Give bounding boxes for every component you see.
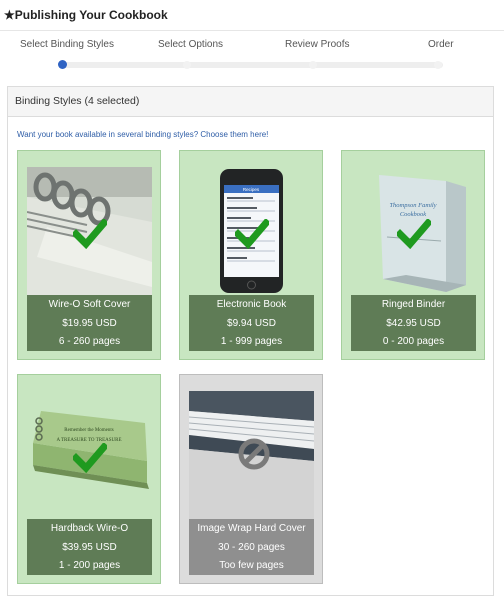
check-icon (73, 219, 107, 249)
binder-cover-title-line: Thompson Family (389, 202, 436, 209)
binding-pages: 1 - 999 pages (220, 336, 283, 347)
page-title: ★Publishing Your Cookbook (4, 8, 168, 22)
step-dot (309, 61, 317, 69)
binder-cover-title-line: Cookbook (400, 211, 426, 218)
binding-card-electronic-book[interactable]: Recipes Electronic Book $9.94 USD 1 - 99… (179, 150, 323, 360)
binding-pages: 0 - 200 pages (382, 336, 445, 347)
binding-card-info: Image Wrap Hard Cover 30 - 260 pages Too… (189, 519, 314, 575)
binding-name: Ringed Binder (381, 299, 446, 310)
hardback-cover-line: Remember the Moments (64, 428, 113, 433)
binding-card-image-wrap-hard-cover[interactable]: Image Wrap Hard Cover 30 - 260 pages Too… (179, 374, 323, 584)
step-review-proofs[interactable]: Review Proofs (285, 39, 349, 50)
panel-header: Binding Styles (4 selected) (8, 87, 493, 117)
ringed-binder-image: Thompson Family Cookbook (351, 167, 476, 295)
check-icon (397, 219, 431, 249)
panel-title: Binding Styles (4 selected) (15, 95, 140, 107)
wire-o-soft-cover-image (27, 167, 152, 295)
binding-card-info: Wire-O Soft Cover $19.95 USD 6 - 260 pag… (27, 295, 152, 351)
binding-pages-range: 30 - 260 pages (218, 541, 285, 553)
binding-name: Hardback Wire-O (50, 523, 129, 534)
step-dot (183, 61, 191, 69)
binding-styles-panel: Binding Styles (4 selected) Want your bo… (7, 86, 494, 596)
binding-pages: 6 - 260 pages (58, 336, 121, 347)
binding-availability: Too few pages (219, 560, 284, 571)
binding-price: $42.95 USD (386, 317, 441, 329)
progress-track (62, 62, 443, 68)
check-icon (235, 219, 269, 249)
binding-card-ringed-binder[interactable]: Thompson Family Cookbook Ringed Binder $… (341, 150, 485, 360)
step-select-options[interactable]: Select Options (158, 39, 223, 50)
phone-screen-title: Recipes (243, 187, 260, 192)
binding-name: Wire-O Soft Cover (48, 299, 131, 310)
binding-name: Electronic Book (216, 299, 287, 310)
step-dot-active (58, 60, 67, 69)
binding-card-info: Electronic Book $9.94 USD 1 - 999 pages (189, 295, 314, 351)
check-icon (73, 443, 107, 473)
binding-name: Image Wrap Hard Cover (197, 523, 306, 534)
binding-price: $39.95 USD (62, 541, 117, 553)
panel-intro: Want your book available in several bind… (17, 130, 269, 139)
binding-card-info: Hardback Wire-O $39.95 USD 1 - 200 pages (27, 519, 152, 575)
binding-pages: 1 - 200 pages (58, 560, 121, 571)
step-dot (434, 61, 442, 69)
binding-price: $19.95 USD (62, 317, 117, 329)
step-select-binding-styles[interactable]: Select Binding Styles (20, 39, 114, 50)
image-wrap-hard-cover-image (189, 391, 314, 519)
step-order[interactable]: Order (428, 39, 454, 50)
binding-card-hardback-wire-o[interactable]: Remember the Moments A TREASURE TO TREAS… (17, 374, 161, 584)
page-header: ★Publishing Your Cookbook (0, 0, 504, 31)
electronic-book-image: Recipes (189, 167, 314, 295)
not-allowed-icon (238, 438, 270, 470)
binding-card-wire-o-soft-cover[interactable]: Wire-O Soft Cover $19.95 USD 6 - 260 pag… (17, 150, 161, 360)
binding-card-info: Ringed Binder $42.95 USD 0 - 200 pages (351, 295, 476, 351)
hardback-wire-o-image: Remember the Moments A TREASURE TO TREAS… (27, 391, 152, 519)
binding-price: $9.94 USD (227, 317, 276, 329)
progress-steps: Select Binding Styles Select Options Rev… (0, 31, 504, 81)
